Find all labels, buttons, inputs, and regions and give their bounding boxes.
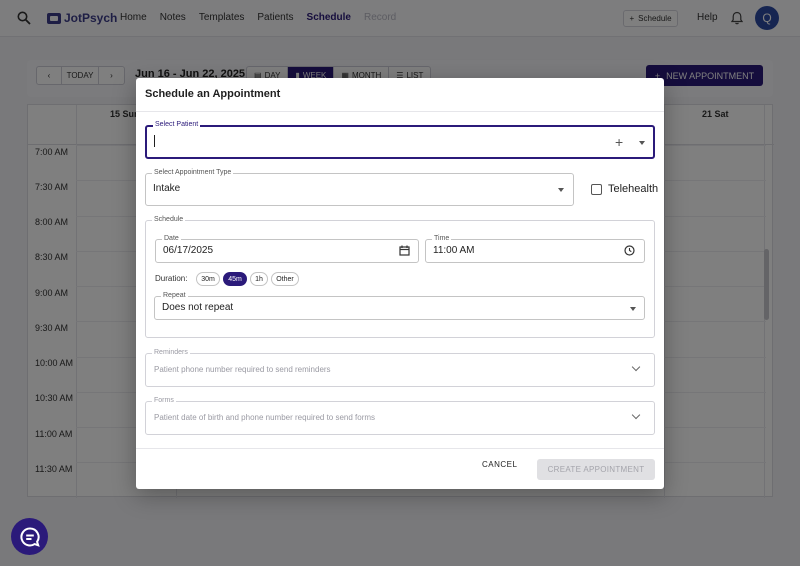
calendar-icon[interactable] bbox=[399, 245, 410, 256]
reminders-note: Patient phone number required to send re… bbox=[154, 365, 331, 374]
time-field[interactable]: Time 11:00 AM bbox=[425, 234, 645, 263]
duration-chip-30m[interactable]: 30m bbox=[196, 272, 220, 286]
forms-section[interactable]: Forms Patient date of birth and phone nu… bbox=[145, 396, 655, 435]
schedule-appointment-dialog: Schedule an Appointment Select Patient +… bbox=[136, 78, 664, 489]
time-label: Time bbox=[432, 234, 452, 244]
duration-chip-other[interactable]: Other bbox=[271, 272, 299, 286]
schedule-legend: Schedule bbox=[152, 215, 186, 225]
cancel-button[interactable]: CANCEL bbox=[482, 460, 517, 469]
text-cursor bbox=[154, 135, 155, 147]
appointment-type-label: Select Appointment Type bbox=[152, 168, 234, 178]
reminders-section[interactable]: Reminders Patient phone number required … bbox=[145, 348, 655, 387]
patient-select-label: Select Patient bbox=[153, 120, 201, 130]
chat-support-button[interactable] bbox=[11, 518, 48, 555]
create-appointment-button[interactable]: CREATE APPOINTMENT bbox=[537, 459, 655, 480]
telehealth-checkbox[interactable] bbox=[591, 184, 602, 195]
repeat-label: Repeat bbox=[161, 291, 188, 301]
appointment-type-value: Intake bbox=[153, 183, 181, 194]
duration-chip-45m[interactable]: 45m bbox=[223, 272, 247, 286]
date-label: Date bbox=[162, 234, 181, 244]
duration-chip-1h[interactable]: 1h bbox=[250, 272, 268, 286]
chevron-down-icon[interactable] bbox=[631, 362, 641, 372]
caret-down-icon bbox=[558, 188, 564, 192]
chevron-down-icon[interactable] bbox=[631, 410, 641, 420]
duration-label: Duration: bbox=[155, 274, 188, 283]
caret-down-icon[interactable] bbox=[639, 141, 645, 145]
date-value: 06/17/2025 bbox=[163, 245, 214, 256]
add-patient-icon[interactable]: + bbox=[615, 134, 623, 150]
reminders-legend: Reminders bbox=[152, 348, 190, 358]
caret-down-icon bbox=[630, 307, 636, 311]
date-field[interactable]: Date 06/17/2025 bbox=[155, 234, 419, 263]
patient-select[interactable]: Select Patient + bbox=[145, 120, 655, 159]
dialog-title: Schedule an Appointment bbox=[145, 88, 281, 100]
repeat-value: Does not repeat bbox=[162, 302, 234, 313]
time-value: 11:00 AM bbox=[433, 245, 475, 256]
forms-legend: Forms bbox=[152, 396, 176, 406]
repeat-select[interactable]: Repeat Does not repeat bbox=[154, 291, 645, 320]
forms-note: Patient date of birth and phone number r… bbox=[154, 413, 376, 422]
schedule-section: Schedule Date 06/17/2025 Time 11:00 AM bbox=[145, 215, 655, 338]
telehealth-label[interactable]: Telehealth bbox=[608, 183, 658, 195]
appointment-type-select[interactable]: Select Appointment Type Intake bbox=[145, 168, 574, 206]
chat-icon bbox=[19, 526, 40, 547]
clock-icon[interactable] bbox=[624, 245, 635, 256]
